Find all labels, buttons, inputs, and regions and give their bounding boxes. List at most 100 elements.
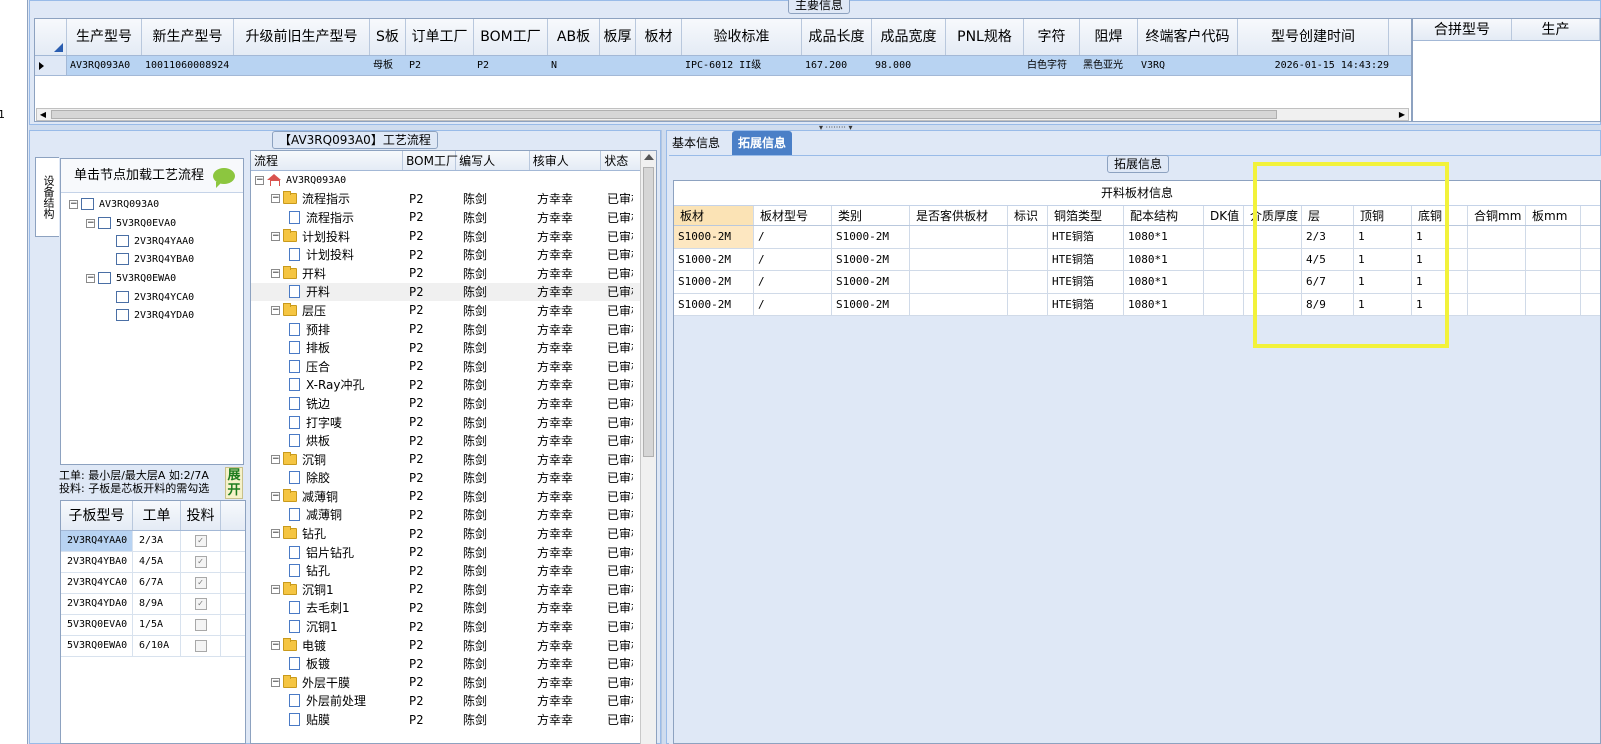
table-cell[interactable]: V3RQ: [1138, 56, 1238, 75]
table-row[interactable]: 2V3RQ4YCA0 6/7A ✓: [61, 573, 245, 594]
table-cell[interactable]: S1000-2M: [832, 248, 910, 270]
table-cell[interactable]: [1204, 248, 1244, 270]
table-cell[interactable]: 1: [1354, 271, 1412, 293]
collapse-icon[interactable]: −: [271, 640, 280, 650]
table-row[interactable]: S1000-2M / S1000-2M HTE铜箔 1080*1 4/5 1 1: [674, 248, 1600, 271]
table-cell[interactable]: [1008, 271, 1048, 293]
sub-model-cell[interactable]: 5V3RQ0EWA0: [61, 636, 133, 656]
collapse-icon[interactable]: −: [271, 454, 280, 464]
process-row[interactable]: − 外层干膜 P2 陈剑 方幸幸 已审核: [251, 673, 656, 692]
process-name-cell[interactable]: 减薄铜: [251, 506, 404, 523]
process-name-cell[interactable]: 板镀: [251, 655, 404, 672]
collapse-icon[interactable]: −: [271, 231, 280, 241]
table-row[interactable]: 5V3RQ0EWA0 6/10A: [61, 636, 245, 657]
collapse-icon[interactable]: −: [271, 194, 280, 204]
col-header[interactable]: 订单工厂: [406, 19, 474, 55]
table-cell[interactable]: [1204, 293, 1244, 315]
process-row[interactable]: 流程指示 P2 陈剑 方幸幸 已审核: [251, 208, 656, 227]
table-row[interactable]: 2V3RQ4YDA0 8/9A ✓: [61, 594, 245, 615]
process-name-cell[interactable]: 沉铜1: [251, 618, 404, 635]
table-cell[interactable]: /: [754, 271, 832, 293]
table-row[interactable]: S1000-2M / S1000-2M HTE铜箔 1080*1 8/9 1 1: [674, 293, 1600, 316]
tab-extended-info[interactable]: 拓展信息: [732, 131, 793, 155]
merge-col-header[interactable]: 合拼型号: [1413, 19, 1512, 40]
table-cell[interactable]: P2: [406, 56, 474, 75]
table-cell[interactable]: 母板: [370, 56, 406, 75]
table-cell[interactable]: [1526, 293, 1581, 315]
process-row[interactable]: 除胶 P2 陈剑 方幸幸 已审核: [251, 469, 656, 488]
table-cell[interactable]: [1468, 248, 1526, 270]
process-name-cell[interactable]: 排板: [251, 339, 404, 356]
table-cell[interactable]: [1468, 293, 1526, 315]
col-header[interactable]: 工单: [133, 501, 181, 530]
table-cell[interactable]: S1000-2M: [674, 271, 754, 293]
sub-model-cell[interactable]: 2V3RQ4YAA0: [61, 531, 133, 551]
collapse-icon[interactable]: −: [255, 175, 264, 185]
process-row[interactable]: − 钻孔 P2 陈剑 方幸幸 已审核: [251, 524, 656, 543]
process-name-cell[interactable]: 打字唛: [251, 414, 404, 431]
table-cell[interactable]: 6/7: [1302, 271, 1354, 293]
process-name-cell[interactable]: 除胶: [251, 469, 404, 486]
table-cell[interactable]: 白色字符: [1024, 56, 1080, 75]
scroll-thumb[interactable]: [51, 110, 1277, 119]
process-row[interactable]: 计划投料 P2 陈剑 方幸幸 已审核: [251, 245, 656, 264]
process-name-cell[interactable]: − 沉铜1: [251, 581, 404, 598]
col-header[interactable]: 流程: [251, 151, 404, 170]
table-cell[interactable]: S1000-2M: [832, 293, 910, 315]
tree-node[interactable]: 2V3RQ4YAA0: [116, 232, 194, 250]
table-cell[interactable]: /: [754, 226, 832, 248]
table-cell[interactable]: [1468, 271, 1526, 293]
col-header[interactable]: 字符: [1024, 19, 1080, 55]
col-header[interactable]: 编写人: [456, 151, 530, 170]
tab-basic-info[interactable]: 基本信息: [666, 131, 726, 155]
col-header[interactable]: 板mm: [1526, 206, 1581, 225]
col-header[interactable]: 配本结构: [1124, 206, 1204, 225]
process-name-cell[interactable]: − 计划投料: [251, 228, 404, 245]
process-row[interactable]: 减薄铜 P2 陈剑 方幸幸 已审核: [251, 506, 656, 525]
process-name-cell[interactable]: 压合: [251, 358, 404, 375]
table-cell[interactable]: [1244, 293, 1302, 315]
col-header[interactable]: 层: [1302, 206, 1354, 225]
process-name-cell[interactable]: − 外层干膜: [251, 674, 404, 691]
table-cell[interactable]: 10011060008924: [142, 56, 234, 75]
process-name-cell[interactable]: X-Ray冲孔: [251, 376, 404, 393]
feed-checkbox[interactable]: [194, 619, 207, 631]
process-row[interactable]: 烘板 P2 陈剑 方幸幸 已审核: [251, 431, 656, 450]
material-grid[interactable]: 开料板材信息 板材 板材型号 类别 是否客供板材 标识 铜箔类型 配本结构 DK值 介质厚度层顶…: [673, 180, 1601, 744]
feed-checkbox[interactable]: ✓: [194, 577, 207, 589]
table-cell[interactable]: [910, 226, 1008, 248]
process-name-cell[interactable]: − 减薄铜: [251, 488, 404, 505]
process-row[interactable]: 打字唛 P2 陈剑 方幸幸 已审核: [251, 413, 656, 432]
process-row[interactable]: − 电镀 P2 陈剑 方幸幸 已审核: [251, 636, 656, 655]
table-cell[interactable]: [1526, 248, 1581, 270]
col-header[interactable]: 子板型号: [61, 501, 133, 530]
col-header[interactable]: 顶铜: [1354, 206, 1412, 225]
process-row[interactable]: X-Ray冲孔 P2 陈剑 方幸幸 已审核: [251, 376, 656, 395]
process-tree-grid[interactable]: 流程 BOM工厂 编写人 核审人 状态 − AV3RQ093A0− 流程指示 P2 陈剑…: [250, 150, 657, 744]
process-row[interactable]: − AV3RQ093A0: [251, 171, 656, 190]
table-cell[interactable]: 1: [1412, 226, 1468, 248]
process-name-cell[interactable]: 计划投料: [251, 246, 404, 263]
process-row[interactable]: 铣边 P2 陈剑 方幸幸 已审核: [251, 394, 656, 413]
table-cell[interactable]: [1204, 271, 1244, 293]
col-header[interactable]: 铜箔类型: [1048, 206, 1124, 225]
col-header[interactable]: 投料: [181, 501, 221, 530]
order-cell[interactable]: 6/10A: [133, 636, 181, 656]
process-row[interactable]: − 开料 P2 陈剑 方幸幸 已审核: [251, 264, 656, 283]
table-cell[interactable]: AV3RQ093A0: [67, 56, 142, 75]
table-cell[interactable]: [1526, 271, 1581, 293]
col-header[interactable]: 阻焊: [1080, 19, 1138, 55]
col-header[interactable]: 验收标准: [682, 19, 802, 55]
main-info-grid[interactable]: 生产型号 新生产型号 升级前旧生产型号 S板 订单工厂 BOM工厂 AB板 板厚 板材 验收标准成…: [34, 18, 1412, 122]
table-cell[interactable]: [910, 248, 1008, 270]
col-header[interactable]: BOM工厂: [474, 19, 548, 55]
col-header[interactable]: BOM工厂: [403, 151, 458, 170]
col-header[interactable]: DK值: [1204, 206, 1244, 225]
table-cell[interactable]: [1244, 248, 1302, 270]
table-cell[interactable]: [1008, 248, 1048, 270]
table-row[interactable]: 2V3RQ4YBA0 4/5A ✓: [61, 552, 245, 573]
col-header[interactable]: 成品长度: [802, 19, 872, 55]
collapse-icon[interactable]: −: [86, 273, 95, 283]
tree-node-root[interactable]: − AV3RQ093A0: [69, 195, 159, 213]
col-header[interactable]: 升级前旧生产型号: [234, 19, 370, 55]
